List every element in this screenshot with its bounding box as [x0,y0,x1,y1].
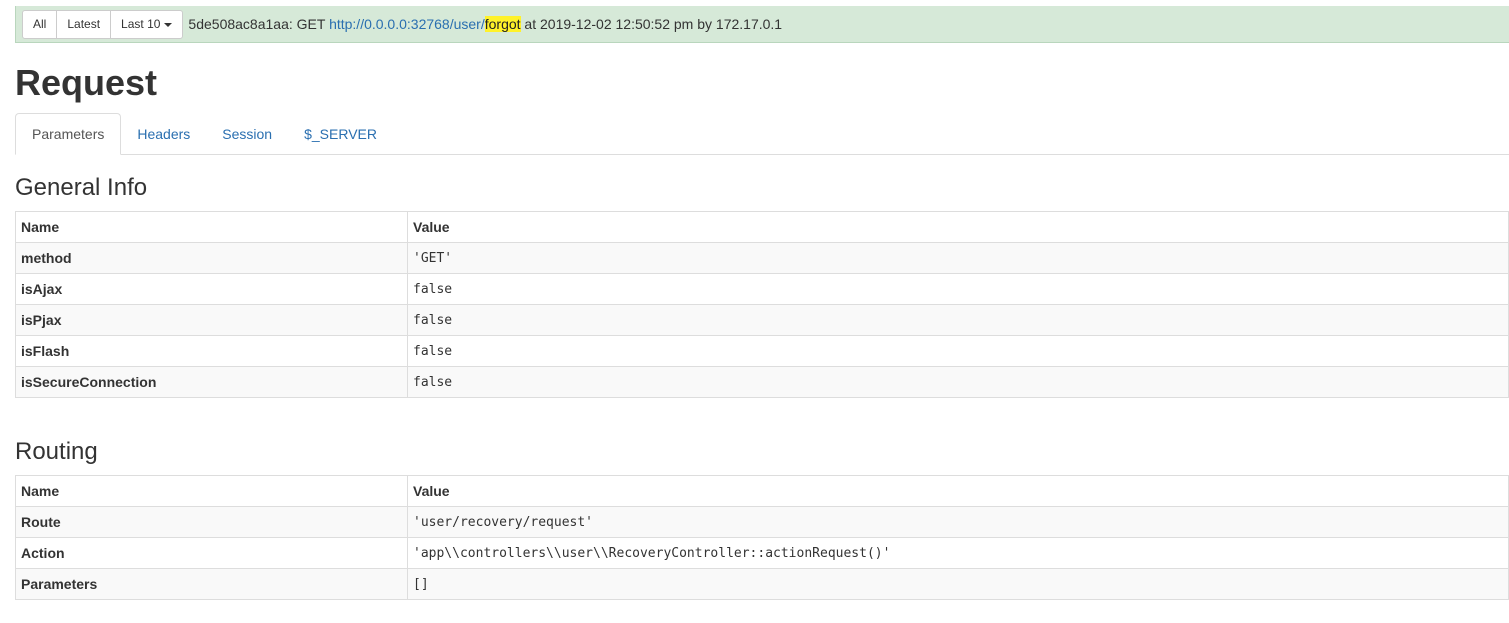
table-row: isSecureConnection false [15,366,1509,398]
request-summary: 5de508ac8a1aa: GET http://0.0.0.0:32768/… [188,16,782,32]
row-name: isSecureConnection [15,366,408,398]
row-value: [] [407,568,1509,600]
request-tag: 5de508ac8a1aa [188,16,289,32]
row-name: isPjax [15,304,408,336]
caret-down-icon [164,23,173,27]
row-value: 'app\\controllers\\user\\RecoveryControl… [407,537,1509,569]
row-name: isFlash [15,335,408,367]
last-10-label: Last 10 [121,17,161,31]
table-header-row: Name Value [15,211,1509,243]
tab-parameters[interactable]: Parameters [15,113,122,155]
request-url-highlight: forgot [484,16,521,32]
table-row: Route 'user/recovery/request' [15,506,1509,538]
row-name: method [15,242,408,274]
request-url-prefix: http://0.0.0.0:32768/user/ [329,16,485,32]
last-10-dropdown[interactable]: Last 10 [110,9,184,39]
column-header-value: Value [407,475,1509,507]
column-header-name: Name [15,475,408,507]
routing-title: Routing [15,438,98,465]
row-value: 'user/recovery/request' [407,506,1509,538]
row-value: false [407,335,1509,367]
debug-summary-bar: All Latest Last 10 5de508ac8a1aa: GET ht… [15,6,1509,43]
row-value: false [407,304,1509,336]
page-title: Request [15,62,158,103]
table-header-row: Name Value [15,475,1509,507]
request-url-link[interactable]: http://0.0.0.0:32768/user/forgot [329,16,521,32]
row-name: Action [15,537,408,569]
row-value: false [407,366,1509,398]
column-header-name: Name [15,211,408,243]
table-row: isFlash false [15,335,1509,367]
tab-session[interactable]: Session [206,113,288,155]
table-row: isPjax false [15,304,1509,336]
general-info-table: Name Value method 'GET' isAjax false isP… [15,211,1509,398]
table-row: Action 'app\\controllers\\user\\Recovery… [15,537,1509,569]
table-row: isAjax false [15,273,1509,305]
latest-button[interactable]: Latest [56,9,112,39]
row-name: isAjax [15,273,408,305]
table-row: Parameters [] [15,568,1509,600]
row-value: 'GET' [407,242,1509,274]
routing-table: Name Value Route 'user/recovery/request'… [15,475,1509,600]
row-name: Route [15,506,408,538]
request-tabs: Parameters Headers Session $_SERVER [15,113,1509,155]
request-time-ip: at 2019-12-02 12:50:52 pm by 172.17.0.1 [520,16,783,32]
column-header-value: Value [407,211,1509,243]
all-button[interactable]: All [22,9,58,39]
request-method: : GET [288,16,330,32]
table-row: method 'GET' [15,242,1509,274]
request-filter-buttons: All Latest Last 10 [22,9,184,39]
general-info-title: General Info [15,174,148,201]
tab-server[interactable]: $_SERVER [288,113,393,155]
tab-headers[interactable]: Headers [121,113,206,155]
row-name: Parameters [15,568,408,600]
row-value: false [407,273,1509,305]
